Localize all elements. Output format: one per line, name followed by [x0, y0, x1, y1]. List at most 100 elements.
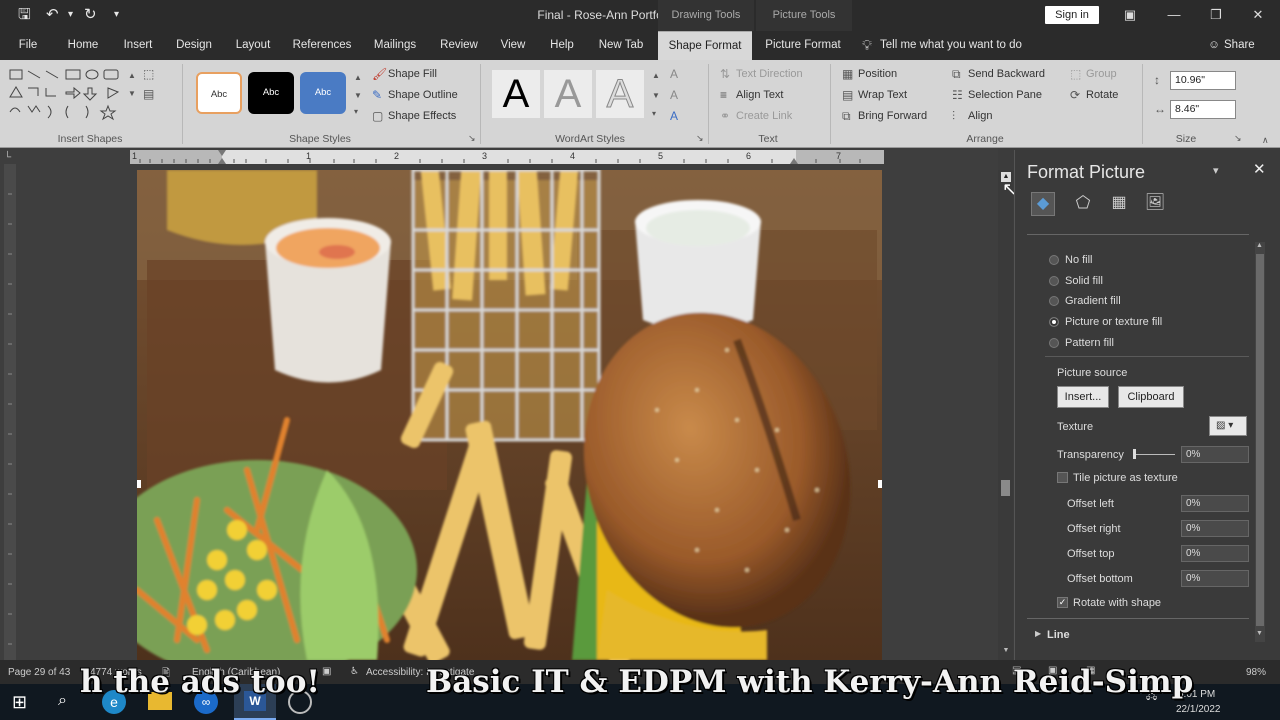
- taskbar-date[interactable]: 22/1/2022: [1176, 704, 1221, 715]
- line-section-header[interactable]: Line: [1047, 629, 1070, 641]
- tile-picture-checkbox[interactable]: [1057, 472, 1068, 483]
- resize-handle-left[interactable]: [137, 480, 141, 488]
- expand-line-icon[interactable]: ▶: [1035, 629, 1041, 638]
- tab-picture-format[interactable]: Picture Format: [756, 31, 850, 60]
- solid-fill-label[interactable]: Solid fill: [1065, 275, 1103, 287]
- no-fill-radio[interactable]: [1049, 255, 1059, 265]
- tab-design[interactable]: Design: [170, 31, 218, 60]
- undo-icon[interactable]: ↶: [46, 6, 59, 24]
- styles-scroll-down-icon[interactable]: ▼: [354, 90, 362, 102]
- pane-scroll-down-icon[interactable]: ▼: [1256, 630, 1263, 637]
- offset-top-input[interactable]: 0%: [1181, 545, 1249, 562]
- rotate-button[interactable]: Rotate: [1086, 89, 1118, 101]
- undo-dropdown-icon[interactable]: ▾: [68, 6, 73, 24]
- text-outline-icon[interactable]: A: [670, 89, 678, 101]
- shape-style-blue[interactable]: Abc: [300, 72, 346, 114]
- picture-texture-fill-radio[interactable]: [1049, 317, 1059, 327]
- tab-insert[interactable]: Insert: [116, 31, 160, 60]
- shapes-scroll-up-icon[interactable]: ▲: [128, 70, 136, 82]
- resize-handle-right[interactable]: [878, 480, 882, 488]
- offset-right-input[interactable]: 0%: [1181, 520, 1249, 537]
- tab-shape-format[interactable]: Shape Format: [658, 31, 752, 60]
- transparency-slider-thumb[interactable]: [1133, 449, 1136, 459]
- wrap-text-button[interactable]: Wrap Text: [858, 89, 907, 101]
- redo-icon[interactable]: ↻: [84, 6, 97, 24]
- send-backward-button[interactable]: Send Backward: [968, 68, 1045, 80]
- shapes-scroll-down-icon[interactable]: ▼: [128, 88, 136, 100]
- insert-picture-button[interactable]: Insert...: [1057, 386, 1109, 408]
- vertical-ruler[interactable]: [4, 164, 16, 660]
- no-fill-label[interactable]: No fill: [1065, 254, 1093, 266]
- styles-more-icon[interactable]: ▾: [354, 106, 358, 118]
- scroll-thumb[interactable]: [1001, 480, 1010, 496]
- shape-width-input[interactable]: 8.46": [1170, 100, 1236, 119]
- sign-in-button[interactable]: Sign in: [1045, 6, 1099, 24]
- rotate-with-shape-label[interactable]: Rotate with shape: [1073, 597, 1161, 609]
- wordart-style-gray[interactable]: A: [544, 70, 592, 118]
- text-fill-icon[interactable]: A: [670, 68, 678, 80]
- pane-options-icon[interactable]: ▾: [1213, 164, 1219, 177]
- picture-texture-fill-label[interactable]: Picture or texture fill: [1065, 316, 1162, 328]
- tab-review[interactable]: Review: [434, 31, 484, 60]
- selection-pane-button[interactable]: Selection Pane: [968, 89, 1042, 101]
- restore-icon[interactable]: ❐: [1196, 4, 1236, 26]
- tab-home[interactable]: Home: [60, 31, 106, 60]
- shape-fill-button[interactable]: Shape Fill: [388, 68, 437, 80]
- size-properties-icon[interactable]: ▦: [1107, 192, 1131, 216]
- align-text-button[interactable]: Align Text: [736, 89, 784, 101]
- shape-styles-launcher-icon[interactable]: ↘: [468, 132, 476, 144]
- picture-icon[interactable]: 🖼︎: [1143, 192, 1167, 216]
- minimize-icon[interactable]: —: [1154, 4, 1194, 26]
- wordart-scroll-down-icon[interactable]: ▼: [652, 90, 660, 102]
- draw-text-box-icon[interactable]: ▤: [143, 88, 154, 100]
- text-direction-button[interactable]: Text Direction: [736, 68, 803, 80]
- bring-forward-button[interactable]: Bring Forward: [858, 110, 927, 122]
- solid-fill-radio[interactable]: [1049, 276, 1059, 286]
- rotate-with-shape-checkbox[interactable]: ✓: [1057, 597, 1068, 608]
- wordart-more-icon[interactable]: ▾: [652, 108, 656, 120]
- ribbon-display-icon[interactable]: ▣: [1110, 4, 1150, 26]
- pane-close-icon[interactable]: ✕: [1253, 160, 1266, 178]
- save-icon[interactable]: 🖫: [18, 6, 31, 24]
- tab-file[interactable]: File: [8, 31, 48, 60]
- shapes-gallery[interactable]: [8, 68, 126, 124]
- texture-picker[interactable]: ▨ ▾: [1209, 416, 1247, 436]
- shape-effects-button[interactable]: Shape Effects: [388, 110, 456, 122]
- shape-style-orange-outline[interactable]: Abc: [196, 72, 242, 114]
- group-button[interactable]: Group: [1086, 68, 1117, 80]
- wordart-scroll-up-icon[interactable]: ▲: [652, 70, 660, 82]
- size-launcher-icon[interactable]: ↘: [1234, 132, 1242, 144]
- offset-bottom-input[interactable]: 0%: [1181, 570, 1249, 587]
- tile-picture-label[interactable]: Tile picture as texture: [1073, 472, 1178, 484]
- shape-style-black[interactable]: Abc: [248, 72, 294, 114]
- tab-view[interactable]: View: [494, 31, 532, 60]
- tab-references[interactable]: References: [288, 31, 356, 60]
- pane-scroll-up-icon[interactable]: ▲: [1256, 242, 1263, 249]
- document-scrollbar[interactable]: ▲ ▼: [998, 170, 1013, 660]
- create-link-button[interactable]: Create Link: [736, 110, 792, 122]
- position-button[interactable]: Position: [858, 68, 897, 80]
- tell-me-search[interactable]: Tell me what you want to do: [880, 31, 1050, 60]
- wordart-style-outline[interactable]: A: [596, 70, 644, 118]
- styles-scroll-up-icon[interactable]: ▲: [354, 72, 362, 84]
- edit-shape-icon[interactable]: ⬚: [143, 68, 154, 80]
- pattern-fill-radio[interactable]: [1049, 338, 1059, 348]
- gradient-fill-radio[interactable]: [1049, 296, 1059, 306]
- pane-scroll-thumb[interactable]: [1256, 254, 1264, 626]
- align-button[interactable]: Align: [968, 110, 992, 122]
- clipboard-button[interactable]: Clipboard: [1118, 386, 1184, 408]
- tab-mailings[interactable]: Mailings: [366, 31, 424, 60]
- tab-new-tab[interactable]: New Tab: [592, 31, 650, 60]
- scroll-down-icon[interactable]: ▼: [1001, 646, 1011, 656]
- pane-scrollbar[interactable]: ▲ ▼: [1255, 242, 1265, 642]
- transparency-slider[interactable]: [1133, 454, 1175, 455]
- shape-height-input[interactable]: 10.96": [1170, 71, 1236, 90]
- food-picture[interactable]: [137, 170, 882, 660]
- offset-left-input[interactable]: 0%: [1181, 495, 1249, 512]
- tab-layout[interactable]: Layout: [228, 31, 278, 60]
- wordart-launcher-icon[interactable]: ↘: [696, 132, 704, 144]
- effects-icon[interactable]: ⬠: [1071, 192, 1095, 216]
- transparency-input[interactable]: 0%: [1181, 446, 1249, 463]
- wordart-style-black[interactable]: A: [492, 70, 540, 118]
- tab-selector-icon[interactable]: └: [4, 152, 11, 163]
